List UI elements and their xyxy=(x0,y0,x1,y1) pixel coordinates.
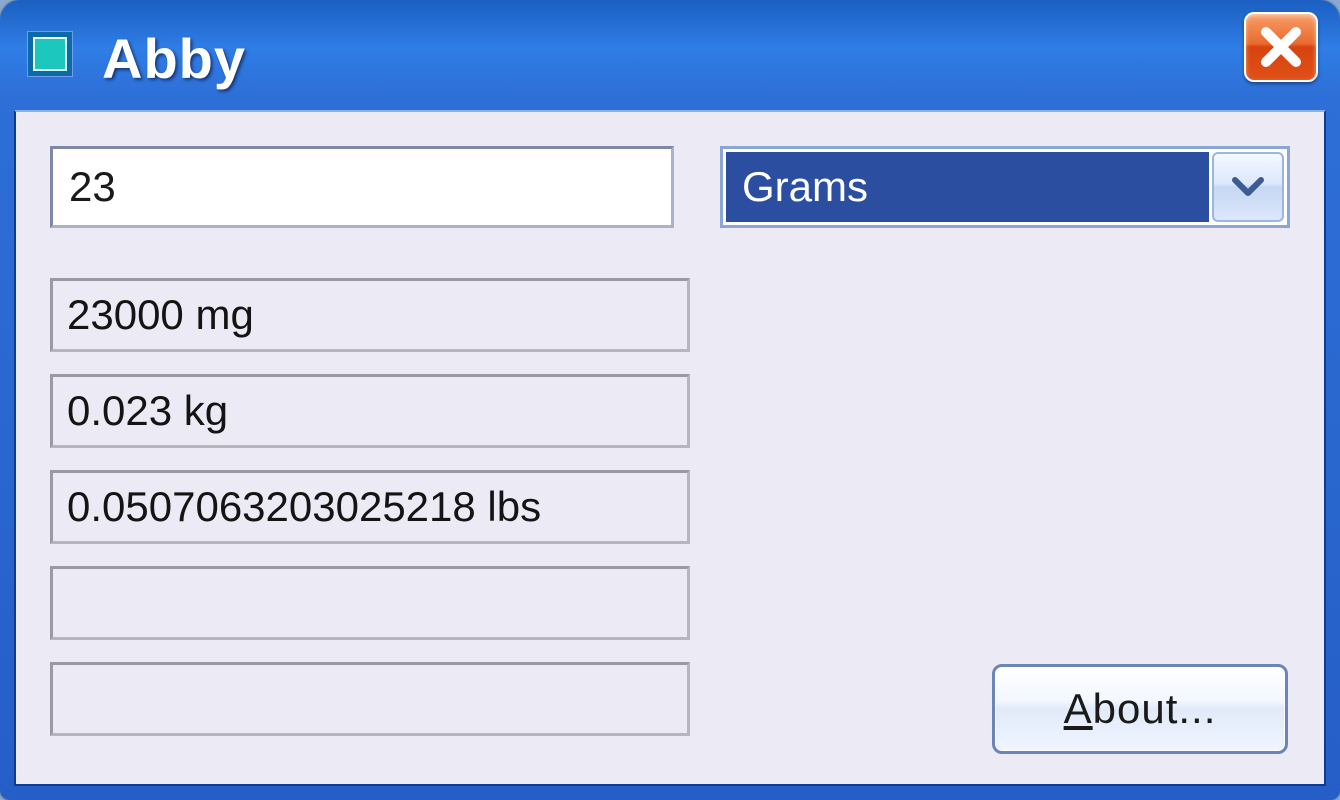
close-button[interactable] xyxy=(1244,12,1318,82)
result-5 xyxy=(50,662,690,736)
window-title: Abby xyxy=(102,26,1244,91)
close-icon xyxy=(1246,14,1316,80)
input-row: Grams xyxy=(50,146,1290,228)
result-lbs: 0.0507063203025218 lbs xyxy=(50,470,690,544)
about-label-rest: bout... xyxy=(1093,685,1217,733)
app-window: Abby Grams 23000 mg 0.023 kg 0.050 xyxy=(0,0,1340,800)
result-kg: 0.023 kg xyxy=(50,374,690,448)
result-mg: 23000 mg xyxy=(50,278,690,352)
value-input[interactable] xyxy=(50,146,674,228)
chevron-down-icon xyxy=(1231,175,1265,199)
client-area: Grams 23000 mg 0.023 kg 0.05070632030252… xyxy=(14,110,1326,786)
about-button[interactable]: About... xyxy=(992,664,1288,754)
app-icon xyxy=(28,32,72,76)
results-column: 23000 mg 0.023 kg 0.0507063203025218 lbs xyxy=(50,278,690,736)
unit-selected-label: Grams xyxy=(726,152,1209,222)
unit-combobox[interactable]: Grams xyxy=(720,146,1290,228)
result-4 xyxy=(50,566,690,640)
about-mnemonic: A xyxy=(1064,685,1093,733)
combobox-dropdown-button[interactable] xyxy=(1212,152,1284,222)
titlebar[interactable]: Abby xyxy=(8,8,1332,108)
